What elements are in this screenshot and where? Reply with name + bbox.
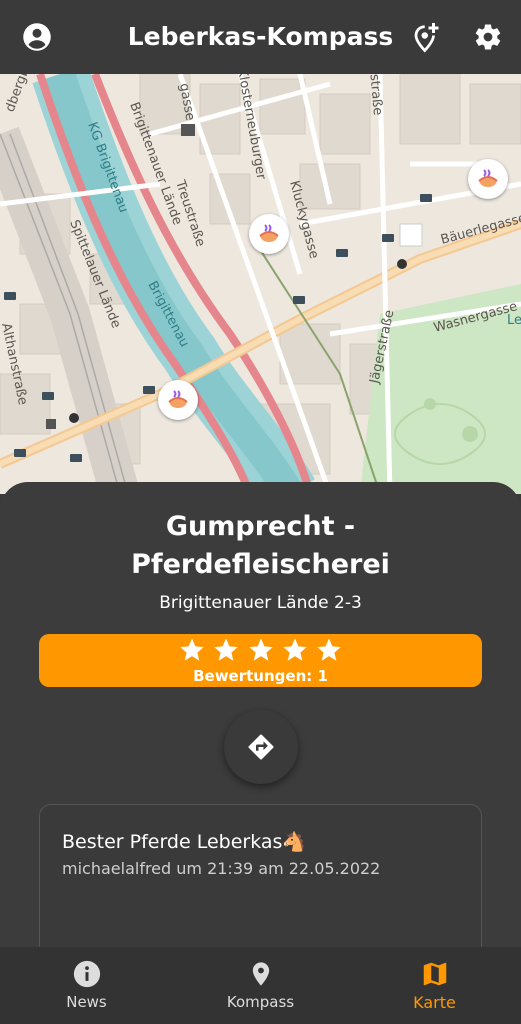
rating-banner[interactable]: Bewertungen: 1: [39, 634, 482, 687]
nav-news-label: News: [66, 993, 107, 1011]
info-icon: [73, 960, 100, 988]
gear-icon: [475, 24, 501, 50]
directions-icon: [248, 734, 274, 760]
place-address: Brigittenauer Lände 2-3: [159, 593, 362, 613]
star-icon: [283, 638, 307, 661]
star-icon: [248, 638, 273, 661]
nav-kompass[interactable]: Kompass: [174, 947, 347, 1024]
bottom-navigation: News Kompass Karte: [0, 947, 521, 1024]
map-marker[interactable]: [468, 159, 508, 199]
leberkas-marker-icon: [168, 390, 188, 408]
map-label: Le: [507, 313, 521, 328]
star-rating: [39, 636, 482, 669]
leberkas-marker-icon: [478, 169, 498, 187]
review-meta: michaelalfred um 21:39 am 22.05.2022: [62, 859, 381, 878]
rating-count: Bewertungen: 1: [193, 667, 328, 685]
leberkas-marker-icon: [259, 224, 279, 242]
place-detail-sheet: Gumprecht - Pferdefleischerei Brigittena…: [0, 482, 521, 966]
map-marker[interactable]: [249, 214, 289, 254]
nav-karte-label: Karte: [413, 993, 456, 1012]
app-bar: Leberkas-Kompass: [0, 0, 521, 74]
review-card: Bester Pferde Leberkas🐴 michaelalfred um…: [39, 804, 482, 966]
place-name-line2: Pferdefleischerei: [131, 549, 390, 580]
map-view[interactable]: dbergbrücke gasse Klosterneuburger Kluck…: [0, 74, 521, 494]
directions-button[interactable]: [224, 710, 298, 784]
map-marker-selected[interactable]: [158, 380, 198, 420]
place-name: Gumprecht - Pferdefleischerei: [0, 508, 521, 584]
nav-news[interactable]: News: [0, 947, 173, 1024]
review-text: Bester Pferde Leberkas🐴: [62, 831, 307, 853]
map-canvas: dbergbrücke gasse Klosterneuburger Kluck…: [0, 74, 521, 494]
location-pin-icon: [252, 962, 269, 986]
map-icon: [423, 962, 446, 986]
star-icon: [214, 638, 238, 661]
star-icon: [179, 638, 204, 661]
add-location-button[interactable]: [406, 18, 446, 58]
add-location-icon: [414, 23, 439, 53]
place-name-line1: Gumprecht -: [165, 511, 356, 542]
settings-button[interactable]: [468, 17, 508, 57]
star-icon: [317, 638, 342, 661]
nav-karte[interactable]: Karte: [348, 947, 521, 1024]
nav-kompass-label: Kompass: [226, 993, 295, 1011]
